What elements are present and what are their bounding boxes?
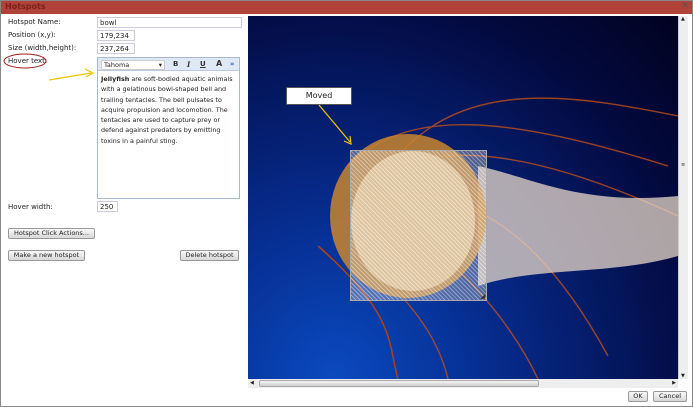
hotspots-dialog: Hotspots ✕ Hotspot Name: bowl Position (x…	[0, 0, 693, 407]
close-icon[interactable]: ✕	[681, 1, 689, 11]
cancel-button[interactable]: Cancel	[653, 391, 687, 402]
annotation-circle	[3, 53, 47, 69]
make-new-hotspot-button[interactable]: Make a new hotspot	[8, 250, 85, 261]
vertical-scrollbar[interactable]: ▲ ≡ ▼	[678, 16, 688, 379]
horizontal-scroll-thumb[interactable]	[259, 380, 539, 387]
ok-button[interactable]: OK	[628, 391, 648, 402]
delete-hotspot-button[interactable]: Delete hotspot	[180, 250, 239, 261]
scroll-up-icon[interactable]: ▲	[681, 16, 685, 22]
scroll-down-icon[interactable]: ▼	[681, 373, 685, 379]
jellyfish-image-canvas[interactable]: ◢ Moved	[248, 16, 678, 379]
scroll-thumb-grip[interactable]: ≡	[681, 162, 685, 168]
scroll-left-icon[interactable]: ◀	[250, 380, 254, 386]
hotspot-click-actions-button[interactable]: Hotspot Click Actions...	[8, 228, 95, 239]
hover-width-input[interactable]: 250	[97, 201, 118, 212]
moved-callout: Moved	[286, 87, 352, 105]
horizontal-scrollbar[interactable]: ◀ ▶	[248, 379, 678, 388]
hotspot-region[interactable]: ◢	[350, 150, 487, 301]
annotation-arrow	[48, 72, 92, 81]
scroll-right-icon[interactable]: ▶	[672, 380, 676, 386]
resize-handle-icon[interactable]: ◢	[480, 293, 485, 300]
annotation-overlay	[3, 53, 95, 81]
hover-width-label: Hover width:	[8, 203, 53, 211]
